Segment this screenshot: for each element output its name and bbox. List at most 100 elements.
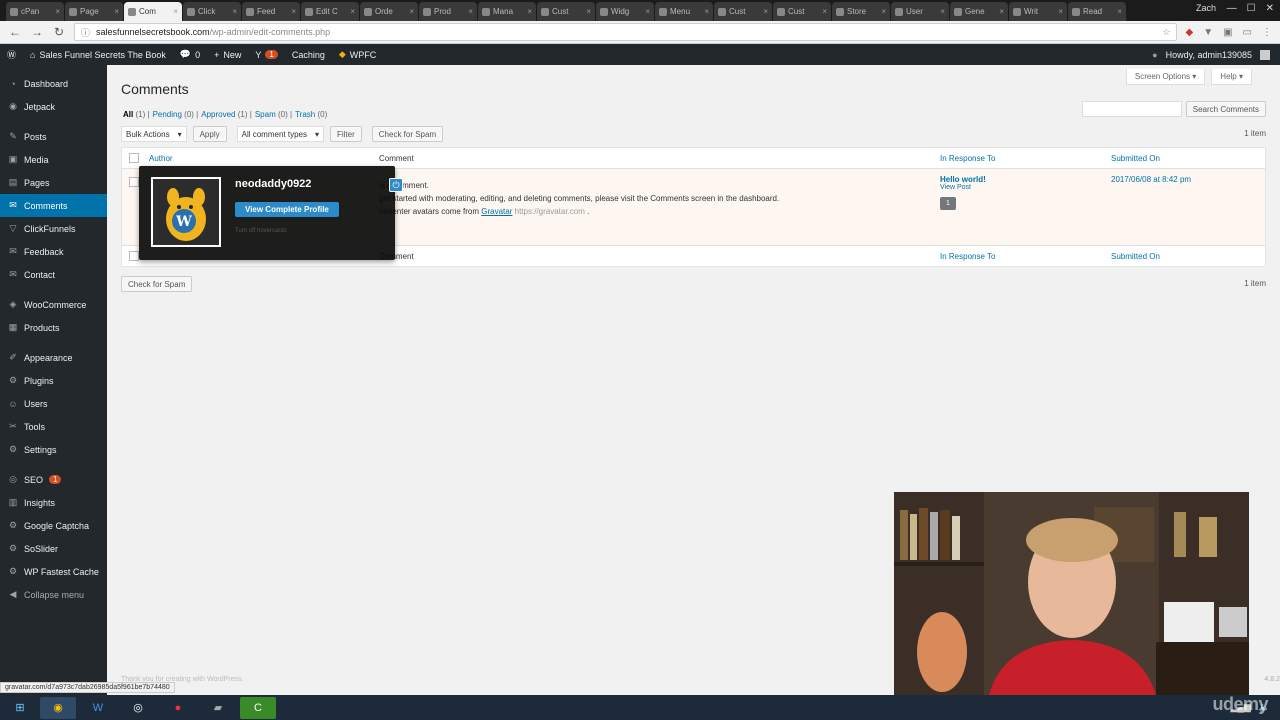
search-comments-button[interactable]: Search Comments (1185, 101, 1266, 117)
admin-bar-new[interactable]: + New (207, 44, 248, 65)
help-button[interactable]: Help ▾ (1211, 69, 1252, 85)
filter-spam[interactable]: Spam (0) | (255, 110, 292, 119)
sidebar-item-tools[interactable]: ✂ Tools (0, 415, 107, 438)
chrome-taskbar-icon[interactable]: ◉ (40, 696, 76, 719)
sidebar-item-comments[interactable]: ✉ Comments (0, 194, 107, 217)
tab-close-icon[interactable]: × (55, 7, 60, 16)
camtasia-taskbar-icon[interactable]: C (240, 696, 276, 719)
select-all-checkbox-footer[interactable] (129, 251, 139, 261)
post-comment-count-badge[interactable]: 1 (940, 197, 956, 210)
response-column-header[interactable]: In Response To (940, 154, 995, 163)
tab-close-icon[interactable]: × (940, 7, 945, 16)
response-post-link[interactable]: Hello world! (940, 175, 986, 184)
hovercard-avatar[interactable]: W (151, 177, 221, 247)
browser-tab[interactable]: Page × (65, 2, 123, 21)
media-taskbar-icon[interactable]: ◎ (120, 697, 156, 719)
browser-tab[interactable]: Read × (1068, 2, 1126, 21)
sidebar-item-soslider[interactable]: ⚙ SoSlider (0, 537, 107, 560)
user-avatar[interactable] (1260, 49, 1270, 60)
sidebar-item-jetpack[interactable]: ◉ Jetpack (0, 95, 107, 118)
view-post-link[interactable]: View Post (940, 184, 986, 191)
recorder-taskbar-icon[interactable]: ● (160, 697, 196, 719)
sidebar-item-woocommerce[interactable]: ◈ WooCommerce (0, 293, 107, 316)
cast-icon[interactable]: ▭ (1243, 27, 1252, 38)
sidebar-item-insights[interactable]: ▥ Insights (0, 491, 107, 514)
word-taskbar-icon[interactable]: W (80, 697, 116, 719)
tab-close-icon[interactable]: × (409, 7, 414, 16)
sidebar-item-appearance[interactable]: ✐ Appearance (0, 346, 107, 369)
power-icon[interactable]: ⏻ (389, 178, 403, 192)
back-icon[interactable]: ← (8, 25, 22, 39)
tab-close-icon[interactable]: × (881, 7, 886, 16)
comment-type-select[interactable]: All comment types ▾ (236, 126, 324, 142)
search-input[interactable] (1081, 101, 1182, 117)
tab-close-icon[interactable]: × (468, 7, 473, 16)
extension-icon[interactable]: ▣ (1223, 27, 1232, 38)
tab-close-icon[interactable]: × (350, 7, 355, 16)
browser-tab[interactable]: Orde × (360, 2, 418, 21)
browser-tab[interactable]: Com × (124, 2, 182, 21)
tab-close-icon[interactable]: × (232, 7, 237, 16)
apply-button[interactable]: Apply (192, 126, 227, 142)
filter-trash[interactable]: Trash (0) (295, 110, 327, 119)
bulk-actions-select[interactable]: Bulk Actions ▾ (121, 126, 187, 142)
check-spam-button[interactable]: Check for Spam (371, 126, 444, 142)
turn-off-hovercards-link[interactable]: Turn off hovercards (235, 228, 287, 234)
browser-tab[interactable]: Feed × (242, 2, 300, 21)
shield-extension-icon[interactable]: ◆ (1185, 27, 1193, 38)
submitted-column-footer[interactable]: Submitted On (1111, 252, 1160, 261)
tab-close-icon[interactable]: × (763, 7, 768, 16)
row-checkbox[interactable] (129, 177, 139, 187)
howdy-user[interactable]: Howdy, admin139085 (1166, 50, 1252, 60)
admin-bar-site[interactable]: ⌂ Sales Funnel Secrets The Book (23, 44, 173, 65)
select-all-checkbox[interactable] (129, 153, 139, 163)
sidebar-item-pages[interactable]: ▤ Pages (0, 171, 107, 194)
tab-close-icon[interactable]: × (645, 7, 650, 16)
browser-tab[interactable]: Prod × (419, 2, 477, 21)
download-extension-icon[interactable]: ▼ (1203, 27, 1213, 38)
author-column-header[interactable]: Author (149, 154, 173, 163)
minimize-icon[interactable]: — (1227, 3, 1237, 14)
browser-tab[interactable]: Edit C × (301, 2, 359, 21)
sidebar-item-seo[interactable]: ◎ SEO 1 (0, 468, 107, 491)
browser-tab[interactable]: Writ × (1009, 2, 1067, 21)
tab-close-icon[interactable]: × (999, 7, 1004, 16)
response-column-footer[interactable]: In Response To (940, 252, 995, 261)
admin-bar-tool-icon[interactable]: ● (1152, 50, 1157, 60)
tab-close-icon[interactable]: × (114, 7, 119, 16)
reload-icon[interactable]: ↻ (52, 25, 66, 39)
gravatar-link[interactable]: Gravatar (481, 207, 512, 216)
browser-profile-name[interactable]: Zach (1196, 3, 1216, 13)
sidebar-item-collapse-menu[interactable]: ◀ Collapse menu (0, 583, 107, 606)
browser-menu-icon[interactable]: ⋮ (1262, 27, 1272, 38)
filter-approved[interactable]: Approved (1) | (201, 110, 252, 119)
browser-tab[interactable]: Gene × (950, 2, 1008, 21)
admin-bar-caching[interactable]: Caching (285, 44, 332, 65)
sidebar-item-google-captcha[interactable]: ⚙ Google Captcha (0, 514, 107, 537)
tab-close-icon[interactable]: × (822, 7, 827, 16)
wp-logo-icon[interactable]: Ⓦ (0, 44, 23, 65)
start-button-icon[interactable]: ⊞ (4, 697, 36, 719)
view-profile-button[interactable]: View Complete Profile (235, 202, 339, 217)
admin-bar-wpfc[interactable]: ◆ WPFC (332, 44, 383, 65)
browser-tab[interactable]: cPan × (6, 2, 64, 21)
tab-close-icon[interactable]: × (586, 7, 591, 16)
filter-pending[interactable]: Pending (0) | (153, 110, 199, 119)
browser-tab[interactable]: Cust × (714, 2, 772, 21)
browser-tab[interactable]: User × (891, 2, 949, 21)
browser-tab[interactable]: Click × (183, 2, 241, 21)
filter-all[interactable]: All (1) | (123, 110, 150, 119)
tab-close-icon[interactable]: × (291, 7, 296, 16)
maximize-icon[interactable]: ☐ (1247, 3, 1256, 14)
browser-tab[interactable]: Widg × (596, 2, 654, 21)
tab-close-icon[interactable]: × (1117, 7, 1122, 16)
browser-tab[interactable]: Store × (832, 2, 890, 21)
close-icon[interactable]: ✕ (1266, 3, 1274, 14)
tab-close-icon[interactable]: × (704, 7, 709, 16)
browser-tab[interactable]: Menu × (655, 2, 713, 21)
sidebar-item-products[interactable]: ▦ Products (0, 316, 107, 339)
admin-bar-comments[interactable]: 💬 0 (173, 44, 207, 65)
url-input[interactable]: ⓘ salesfunnelsecretsbook.com/wp-admin/ed… (74, 23, 1178, 41)
sidebar-item-feedback[interactable]: ✉ Feedback (0, 240, 107, 263)
browser-tab[interactable]: Cust × (537, 2, 595, 21)
